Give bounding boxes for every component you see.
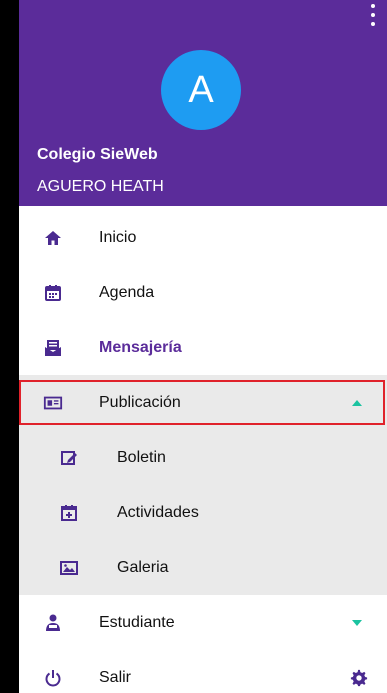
power-icon xyxy=(43,668,63,688)
drawer-header: A Colegio SieWeb AGUERO HEATH xyxy=(19,0,387,206)
avatar-letter: A xyxy=(188,68,214,111)
menu-item-inicio[interactable]: Inicio xyxy=(19,210,387,265)
menu-label: Galeria xyxy=(117,558,169,576)
menu-label: Publicación xyxy=(99,393,181,411)
drawer: A Colegio SieWeb AGUERO HEATH Inicio Age… xyxy=(17,0,387,693)
mail-icon xyxy=(43,338,63,358)
menu-item-mensajeria[interactable]: Mensajería xyxy=(19,320,387,375)
edit-icon xyxy=(59,448,79,468)
chevron-up-icon[interactable] xyxy=(352,399,362,406)
student-icon xyxy=(43,613,63,633)
menu-item-actividades[interactable]: Actividades xyxy=(19,485,387,540)
menu-item-agenda[interactable]: Agenda xyxy=(19,265,387,320)
home-icon xyxy=(43,228,63,248)
image-icon xyxy=(59,558,79,578)
gear-icon[interactable] xyxy=(350,669,368,687)
menu-label: Estudiante xyxy=(99,613,175,631)
menu-item-estudiante[interactable]: Estudiante xyxy=(19,595,387,650)
newspaper-icon xyxy=(43,393,63,413)
menu-label: Mensajería xyxy=(99,338,182,356)
menu-label: Inicio xyxy=(99,228,137,246)
avatar: A xyxy=(161,50,241,130)
menu-item-publicacion[interactable]: Publicación xyxy=(19,375,387,430)
school-name: Colegio SieWeb xyxy=(37,146,158,163)
menu-label: Actividades xyxy=(117,503,199,521)
drawer-menu: Inicio Agenda Mensajería Publicación Bol… xyxy=(19,210,387,693)
calendar-icon xyxy=(43,283,63,303)
user-name: AGUERO HEATH xyxy=(37,178,164,195)
menu-label: Boletin xyxy=(117,448,166,466)
menu-item-salir[interactable]: Salir xyxy=(19,650,387,693)
chevron-down-icon[interactable] xyxy=(352,619,362,626)
menu-label: Agenda xyxy=(99,283,155,301)
more-icon[interactable] xyxy=(366,4,380,38)
calendar-plus-icon xyxy=(59,503,79,523)
menu-label: Salir xyxy=(99,668,132,686)
selection-highlight xyxy=(19,380,385,425)
menu-item-boletin[interactable]: Boletin xyxy=(19,430,387,485)
menu-item-galeria[interactable]: Galeria xyxy=(19,540,387,595)
